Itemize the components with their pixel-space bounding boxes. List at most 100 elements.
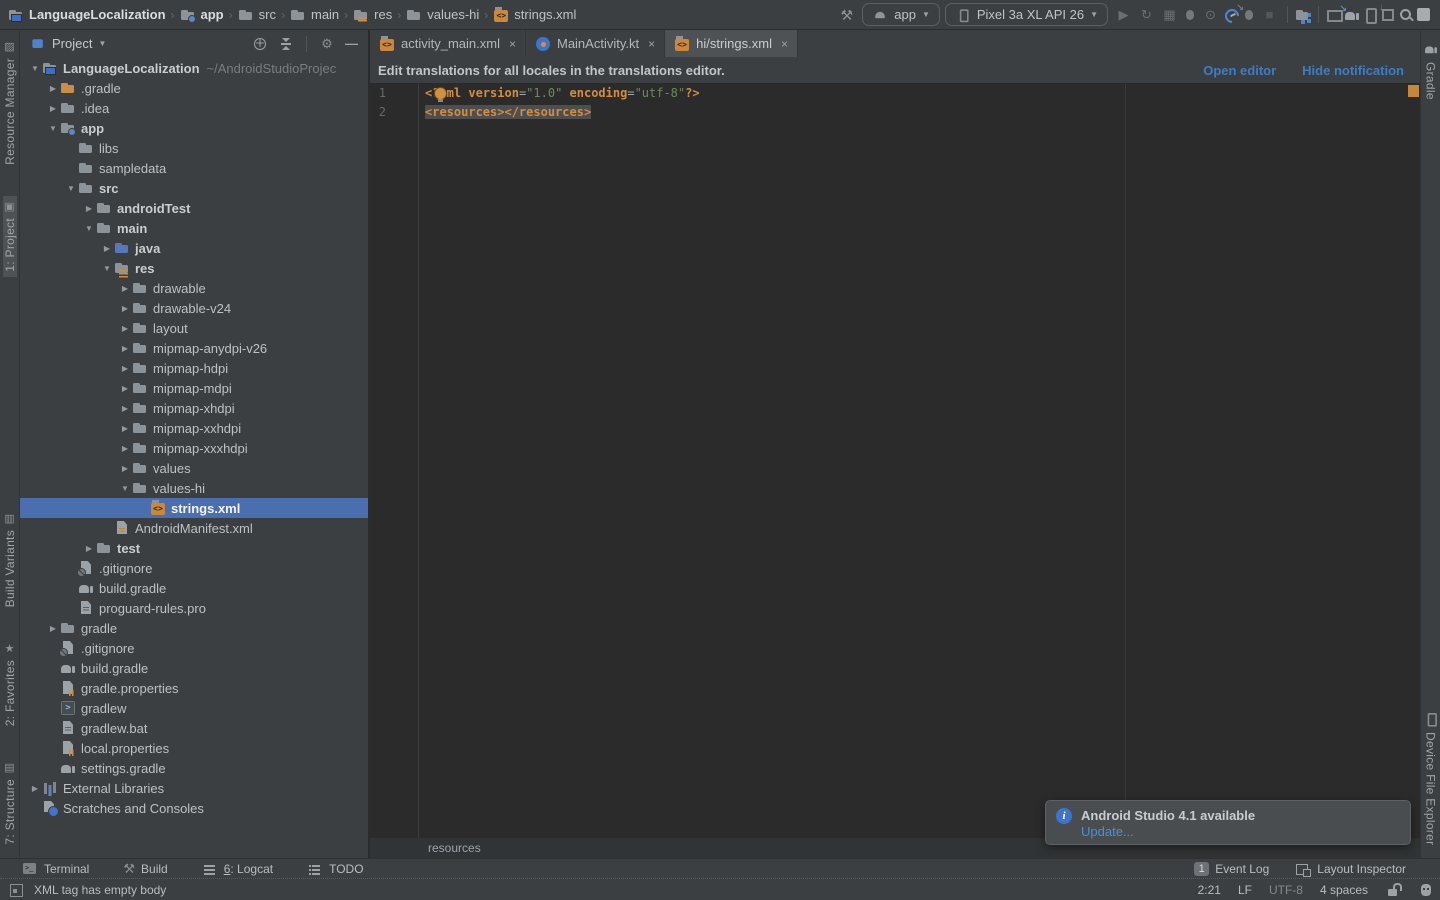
breadcrumb-res[interactable]: res [353,7,392,23]
expand-arrow-icon[interactable]: ▶ [118,464,132,473]
tree-item-main[interactable]: ▼main [20,218,368,238]
toolwindow-logcat[interactable]: 6: Logcat [202,861,273,877]
build-hammer-icon[interactable]: ⚒ [836,5,857,25]
tab-activity_main.xml[interactable]: activity_main.xml× [370,30,526,57]
expand-arrow-icon[interactable]: ▶ [118,384,132,393]
tree-item-strings.xml[interactable]: strings.xml [20,498,368,518]
project-panel-title[interactable]: Project [52,36,92,51]
tree-item-drawable-v24[interactable]: ▶drawable-v24 [20,298,368,318]
toolwindow-layout-inspector[interactable]: Layout Inspector [1295,861,1406,877]
expand-arrow-icon[interactable]: ▶ [118,304,132,313]
expand-arrow-icon[interactable]: ▼ [28,64,42,73]
apply-changes-icon[interactable]: ▦ [1159,5,1180,25]
chevron-down-icon[interactable]: ▼ [98,39,106,48]
expand-arrow-icon[interactable]: ▶ [118,404,132,413]
tab-MainActivity.kt[interactable]: MainActivity.kt× [526,30,665,57]
expand-arrow-icon[interactable]: ▶ [118,324,132,333]
expand-arrow-icon[interactable]: ▼ [64,184,78,193]
tree-item-build.gradle[interactable]: build.gradle [20,658,368,678]
collapse-all-icon[interactable] [278,36,294,52]
breadcrumb-app[interactable]: app [180,7,224,23]
expand-arrow-icon[interactable]: ▶ [118,284,132,293]
stripe-favorites[interactable]: ★2: Favorites [3,638,17,731]
tree-item-app[interactable]: ▼app [20,118,368,138]
tree-item-values-hi[interactable]: ▼values-hi [20,478,368,498]
tree-item-proguard-rules.pro[interactable]: proguard-rules.pro [20,598,368,618]
run-icon[interactable]: ▶ [1113,5,1134,25]
breadcrumb-src[interactable]: src [238,7,276,23]
expand-arrow-icon[interactable]: ▶ [118,444,132,453]
tree-item-settings.gradle[interactable]: settings.gradle [20,758,368,778]
breadcrumb-strings.xml[interactable]: strings.xml [493,7,576,23]
expand-arrow-icon[interactable]: ▶ [28,784,42,793]
settings-square-icon[interactable] [1416,7,1432,23]
hide-notification-link[interactable]: Hide notification [1302,63,1404,78]
project-structure-icon[interactable] [1295,7,1311,23]
tree-item-drawable[interactable]: ▶drawable [20,278,368,298]
device-select[interactable]: Pixel 3a XL API 26 ▼ [945,3,1108,26]
tree-item-mipmap-xxhdpi[interactable]: ▶mipmap-xxhdpi [20,418,368,438]
tree-item-sampledata[interactable]: sampledata [20,158,368,178]
apply-code-changes-icon[interactable]: ⊙ [1200,5,1221,25]
tree-item-External Libraries[interactable]: ▶External Libraries [20,778,368,798]
tree-item-build.gradle[interactable]: build.gradle [20,578,368,598]
update-link[interactable]: Update... [1081,824,1255,839]
tree-item-mipmap-mdpi[interactable]: ▶mipmap-mdpi [20,378,368,398]
expand-arrow-icon[interactable]: ▶ [46,104,60,113]
tree-item-libs[interactable]: libs [20,138,368,158]
gradle-sync-icon[interactable] [1344,7,1360,23]
tree-item-AndroidManifest.xml[interactable]: AndroidManifest.xml [20,518,368,538]
stripe-gradle[interactable]: Gradle [1423,36,1439,105]
stripe-structure[interactable]: ▤7: Structure [3,757,17,850]
expand-arrow-icon[interactable]: ▶ [46,84,60,93]
tree-item-gradle[interactable]: ▶gradle [20,618,368,638]
tree-item-test[interactable]: ▶test [20,538,368,558]
line-separator[interactable]: LF [1238,883,1252,897]
caret-position[interactable]: 2:21 [1198,883,1221,897]
gear-icon[interactable]: ⚙ [319,34,335,54]
locate-icon[interactable] [252,36,268,52]
tree-item-mipmap-xxxhdpi[interactable]: ▶mipmap-xxxhdpi [20,438,368,458]
toolwindow-todo[interactable]: TODO [307,861,363,877]
breadcrumb-main[interactable]: main [290,7,339,23]
tab-hi/strings.xml[interactable]: hi/strings.xml× [665,30,798,57]
device-manager-icon[interactable] [1362,7,1378,23]
tree-item-java[interactable]: ▶java [20,238,368,258]
breadcrumb-LanguageLocalization[interactable]: LanguageLocalization [8,7,166,23]
expand-arrow-icon[interactable]: ▶ [82,544,96,553]
gradle-daemon-icon[interactable] [1418,882,1434,898]
open-editor-link[interactable]: Open editor [1203,63,1276,78]
tree-item-.idea[interactable]: ▶.idea [20,98,368,118]
intention-bulb-icon[interactable] [432,86,448,102]
unlock-icon[interactable] [1385,882,1401,898]
attach-debugger-icon[interactable] [1241,7,1257,23]
toolwindow-build[interactable]: ⚒Build [123,859,167,879]
tree-item-androidTest[interactable]: ▶androidTest [20,198,368,218]
expand-arrow-icon[interactable]: ▼ [100,264,114,273]
expand-arrow-icon[interactable]: ▶ [118,364,132,373]
tree-item-mipmap-xhdpi[interactable]: ▶mipmap-xhdpi [20,398,368,418]
tree-item-layout[interactable]: ▶layout [20,318,368,338]
tree-item-Scratches and Consoles[interactable]: Scratches and Consoles [20,798,368,818]
tree-item-.gitignore[interactable]: .gitignore [20,638,368,658]
close-icon[interactable]: × [509,37,516,51]
breadcrumb-resources[interactable]: resources [428,841,481,855]
breadcrumb-values-hi[interactable]: values-hi [406,7,479,23]
toolwindow-terminal[interactable]: Terminal [22,861,89,877]
expand-arrow-icon[interactable]: ▶ [118,344,132,353]
stripe-build-variants[interactable]: ▥Build Variants [3,508,17,612]
tree-item-.gitignore[interactable]: .gitignore [20,558,368,578]
expand-arrow-icon[interactable]: ▶ [100,244,114,253]
toolwindow-event-log[interactable]: 1Event Log [1194,862,1269,876]
tree-item-values[interactable]: ▶values [20,458,368,478]
expand-arrow-icon[interactable]: ▼ [46,124,60,133]
stripe-device-file-explorer[interactable]: Device File Explorer [1423,706,1439,850]
tree-item-mipmap-hdpi[interactable]: ▶mipmap-hdpi [20,358,368,378]
tree-item-gradlew[interactable]: gradlew [20,698,368,718]
tree-item-local.properties[interactable]: local.properties [20,738,368,758]
sdk-manager-icon[interactable] [1380,7,1396,23]
close-icon[interactable]: × [781,37,788,51]
hide-panel-icon[interactable]: — [345,36,358,51]
search-everywhere-icon[interactable] [1398,7,1414,23]
stripe-resource-manager[interactable]: ▨Resource Manager [3,36,17,170]
